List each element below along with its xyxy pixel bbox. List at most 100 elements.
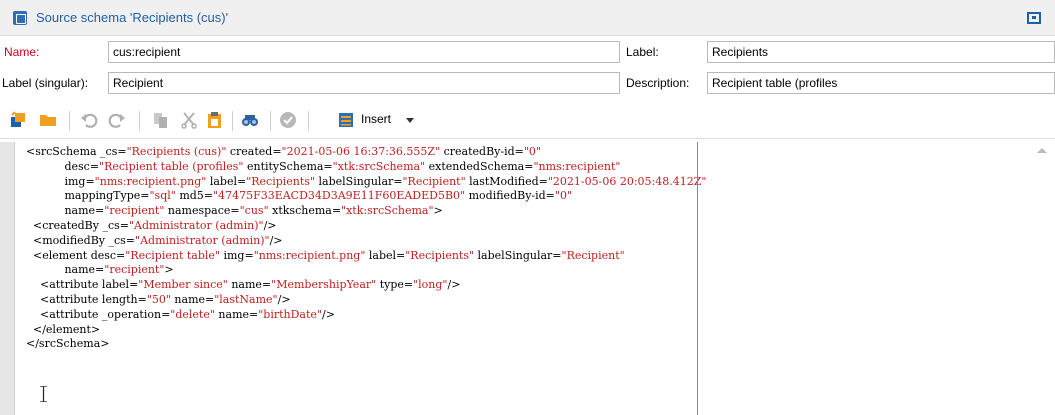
folder-icon[interactable]	[39, 111, 57, 129]
xml-markup: <attribute _operation=	[26, 307, 171, 321]
xml-markup: labelSingular=	[474, 248, 562, 262]
dropdown-arrow-icon[interactable]	[406, 118, 414, 123]
xml-attribute-value: "nms:recipient.png"	[253, 248, 366, 262]
code-line[interactable]: name="recipient">	[26, 263, 1036, 278]
code-line[interactable]: </element>	[26, 323, 1036, 338]
singular-field[interactable]: Recipient	[108, 72, 620, 94]
xml-markup: modifiedBy-id=	[465, 189, 555, 203]
toolbar-separator	[232, 111, 233, 131]
code-line[interactable]: <srcSchema _cs="Recipients (cus)" create…	[26, 145, 1036, 160]
xml-attribute-value: "2021-05-06 16:37:36.555Z"	[281, 145, 441, 158]
xml-attribute-value: "Recipients"	[405, 248, 475, 262]
xml-attribute-value: "nms:recipient.png"	[94, 174, 207, 188]
xml-markup: />	[447, 278, 461, 292]
xml-markup: <attribute label=	[26, 278, 139, 292]
label-field[interactable]: Recipients	[707, 41, 1055, 63]
xml-attribute-value: "Member since"	[138, 278, 228, 292]
xml-attribute-value: "nms:recipient"	[533, 159, 621, 173]
window-titlebar: Source schema 'Recipients (cus)'	[0, 0, 1055, 36]
name-field[interactable]: cus:recipient	[108, 41, 620, 63]
code-line[interactable]: img="nms:recipient.png" label="Recipient…	[26, 175, 1036, 190]
code-line[interactable]: <attribute _operation="delete" name="bir…	[26, 308, 1036, 323]
xml-markup: img=	[26, 174, 95, 188]
form-row-name: Name: cus:recipient Label: Recipients	[0, 38, 1055, 69]
xml-markup: extendedSchema=	[425, 159, 534, 173]
code-line[interactable]: </srcSchema>	[26, 337, 1036, 352]
xml-markup: />	[269, 233, 283, 247]
xml-markup: >	[164, 263, 174, 277]
undo-icon[interactable]	[80, 111, 98, 129]
name-label: Name:	[4, 45, 40, 59]
code-line[interactable]: <attribute label="Member since" name="Me…	[26, 278, 1036, 293]
code-line[interactable]: desc="Recipient table (profiles" entityS…	[26, 160, 1036, 175]
code-line[interactable]: <modifiedBy _cs="Administrator (admin)"/…	[26, 234, 1036, 249]
xml-markup: >	[433, 204, 443, 218]
editor-margin-line	[697, 142, 698, 415]
xml-markup: createdBy-id=	[440, 145, 524, 158]
new-icon[interactable]	[9, 111, 27, 129]
xml-attribute-value: "Recipient table (profiles"	[99, 159, 244, 173]
xml-markup: </srcSchema>	[26, 337, 110, 351]
xml-markup: />	[263, 218, 277, 232]
xml-attribute-value: "Recipients"	[246, 174, 316, 188]
editor-gutter	[0, 142, 15, 415]
xml-markup: namespace=	[164, 204, 240, 218]
insert-icon[interactable]	[337, 111, 355, 129]
xml-markup: label=	[206, 174, 247, 188]
xml-markup: />	[277, 292, 291, 306]
singular-label: Label (singular):	[2, 76, 89, 90]
xml-attribute-value: "long"	[413, 278, 448, 292]
scroll-up-icon[interactable]	[1037, 148, 1047, 153]
xml-attribute-value: "cus"	[239, 204, 269, 218]
xml-editor[interactable]: <srcSchema _cs="Recipients (cus)" create…	[0, 142, 1055, 415]
xml-attribute-value: "50"	[146, 292, 171, 306]
xml-markup: label=	[365, 248, 406, 262]
xml-attribute-value: "47475F33EACD34D3A9E11F60EADED5B0"	[213, 189, 466, 203]
xml-attribute-value: "Administrator (admin)"	[135, 233, 270, 247]
text-cursor-icon	[40, 386, 47, 402]
xml-attribute-value: "Recipient"	[561, 248, 625, 262]
code-area[interactable]: <srcSchema _cs="Recipients (cus)" create…	[26, 145, 1036, 413]
xml-attribute-value: "xtk:srcSchema"	[341, 204, 434, 218]
window-title: Source schema 'Recipients (cus)'	[36, 10, 229, 25]
xml-markup: />	[321, 307, 335, 321]
copy-icon[interactable]	[152, 111, 170, 129]
validate-icon[interactable]	[279, 111, 297, 129]
cut-icon[interactable]	[180, 111, 198, 129]
toolbar-separator	[69, 111, 70, 131]
xml-markup: name=	[227, 278, 272, 292]
xml-markup: md5=	[175, 189, 214, 203]
code-line[interactable]: mappingType="sql" md5="47475F33EACD34D3A…	[26, 189, 1036, 204]
xml-markup: <srcSchema _cs=	[26, 145, 127, 158]
maximize-icon[interactable]	[1027, 12, 1041, 24]
xml-attribute-value: "Recipient"	[402, 174, 466, 188]
xml-attribute-value: "MembershipYear"	[271, 278, 377, 292]
xml-attribute-value: "delete"	[170, 307, 215, 321]
redo-icon[interactable]	[108, 111, 126, 129]
paste-icon[interactable]	[206, 111, 224, 129]
xml-markup: labelSingular=	[315, 174, 403, 188]
form-row-singular: Label (singular): Recipient Description:…	[0, 69, 1055, 100]
schema-icon	[13, 11, 27, 25]
find-icon[interactable]	[241, 111, 259, 129]
xml-markup: name=	[214, 307, 259, 321]
xml-attribute-value: "2021-05-06 20:05:48.412Z"	[547, 174, 707, 188]
xml-attribute-value: "recipient"	[104, 263, 165, 277]
xml-markup: xtkschema=	[268, 204, 342, 218]
code-line[interactable]: <createdBy _cs="Administrator (admin)"/>	[26, 219, 1036, 234]
xml-markup: <attribute length=	[26, 292, 147, 306]
xml-markup: name=	[170, 292, 215, 306]
description-field[interactable]: Recipient table (profiles	[707, 72, 1055, 94]
xml-attribute-value: "Recipients (cus)"	[126, 145, 227, 158]
toolbar-separator	[139, 111, 140, 131]
xml-markup: created=	[226, 145, 282, 158]
xml-markup: <element desc=	[26, 248, 126, 262]
code-line[interactable]: <element desc="Recipient table" img="nms…	[26, 249, 1036, 264]
description-label: Description:	[626, 76, 690, 90]
xml-markup: </element>	[26, 322, 101, 336]
xml-markup: <modifiedBy _cs=	[26, 233, 136, 247]
insert-button[interactable]: Insert	[361, 112, 391, 126]
xml-attribute-value: "lastName"	[214, 292, 278, 306]
code-line[interactable]: name="recipient" namespace="cus" xtksche…	[26, 204, 1036, 219]
code-line[interactable]: <attribute length="50" name="lastName"/>	[26, 293, 1036, 308]
